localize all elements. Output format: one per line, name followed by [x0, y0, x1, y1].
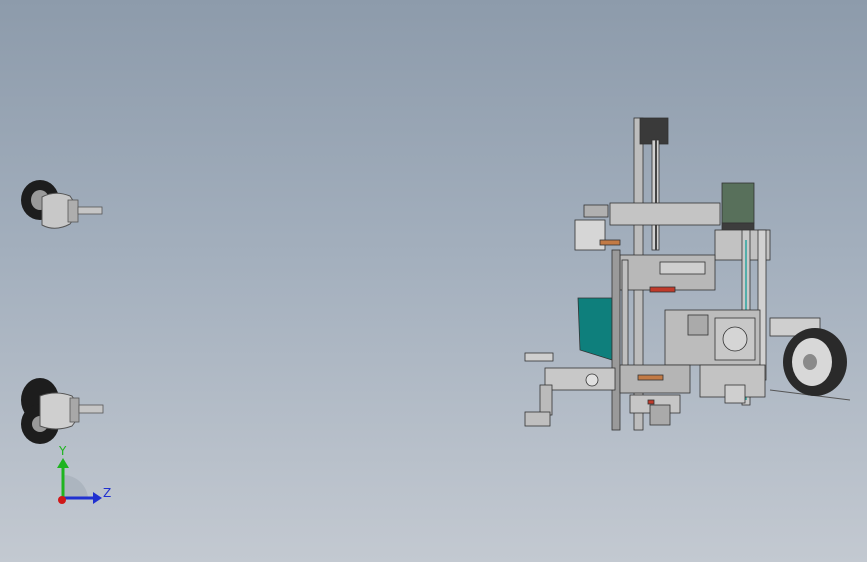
z-arrow-icon	[93, 492, 102, 504]
drive-wheel-hub	[803, 354, 817, 370]
cad-viewport[interactable]: Y Z	[0, 0, 867, 562]
x-axis-dot	[58, 496, 66, 504]
y-arrow-icon	[57, 458, 69, 468]
caster-wheel-bottom[interactable]	[21, 378, 104, 444]
caster-wheel-top[interactable]	[21, 180, 103, 229]
z-axis-label: Z	[103, 486, 111, 500]
orientation-triad: Y Z	[57, 444, 111, 504]
viewport-graphics[interactable]: Y Z	[0, 0, 867, 562]
triad-plane	[63, 474, 88, 498]
caster-stem	[78, 404, 104, 414]
drive-wheel[interactable]	[783, 328, 847, 396]
caster-collar	[69, 397, 80, 423]
caster-collar	[67, 199, 79, 223]
teal-guard	[577, 297, 613, 361]
caster-stem	[77, 206, 103, 215]
y-axis-label: Y	[58, 444, 67, 458]
upper-arm	[609, 202, 721, 226]
arm-bracket	[574, 219, 606, 251]
front-plate	[611, 249, 621, 431]
right-motor	[721, 182, 755, 224]
lower-arm	[544, 367, 616, 391]
